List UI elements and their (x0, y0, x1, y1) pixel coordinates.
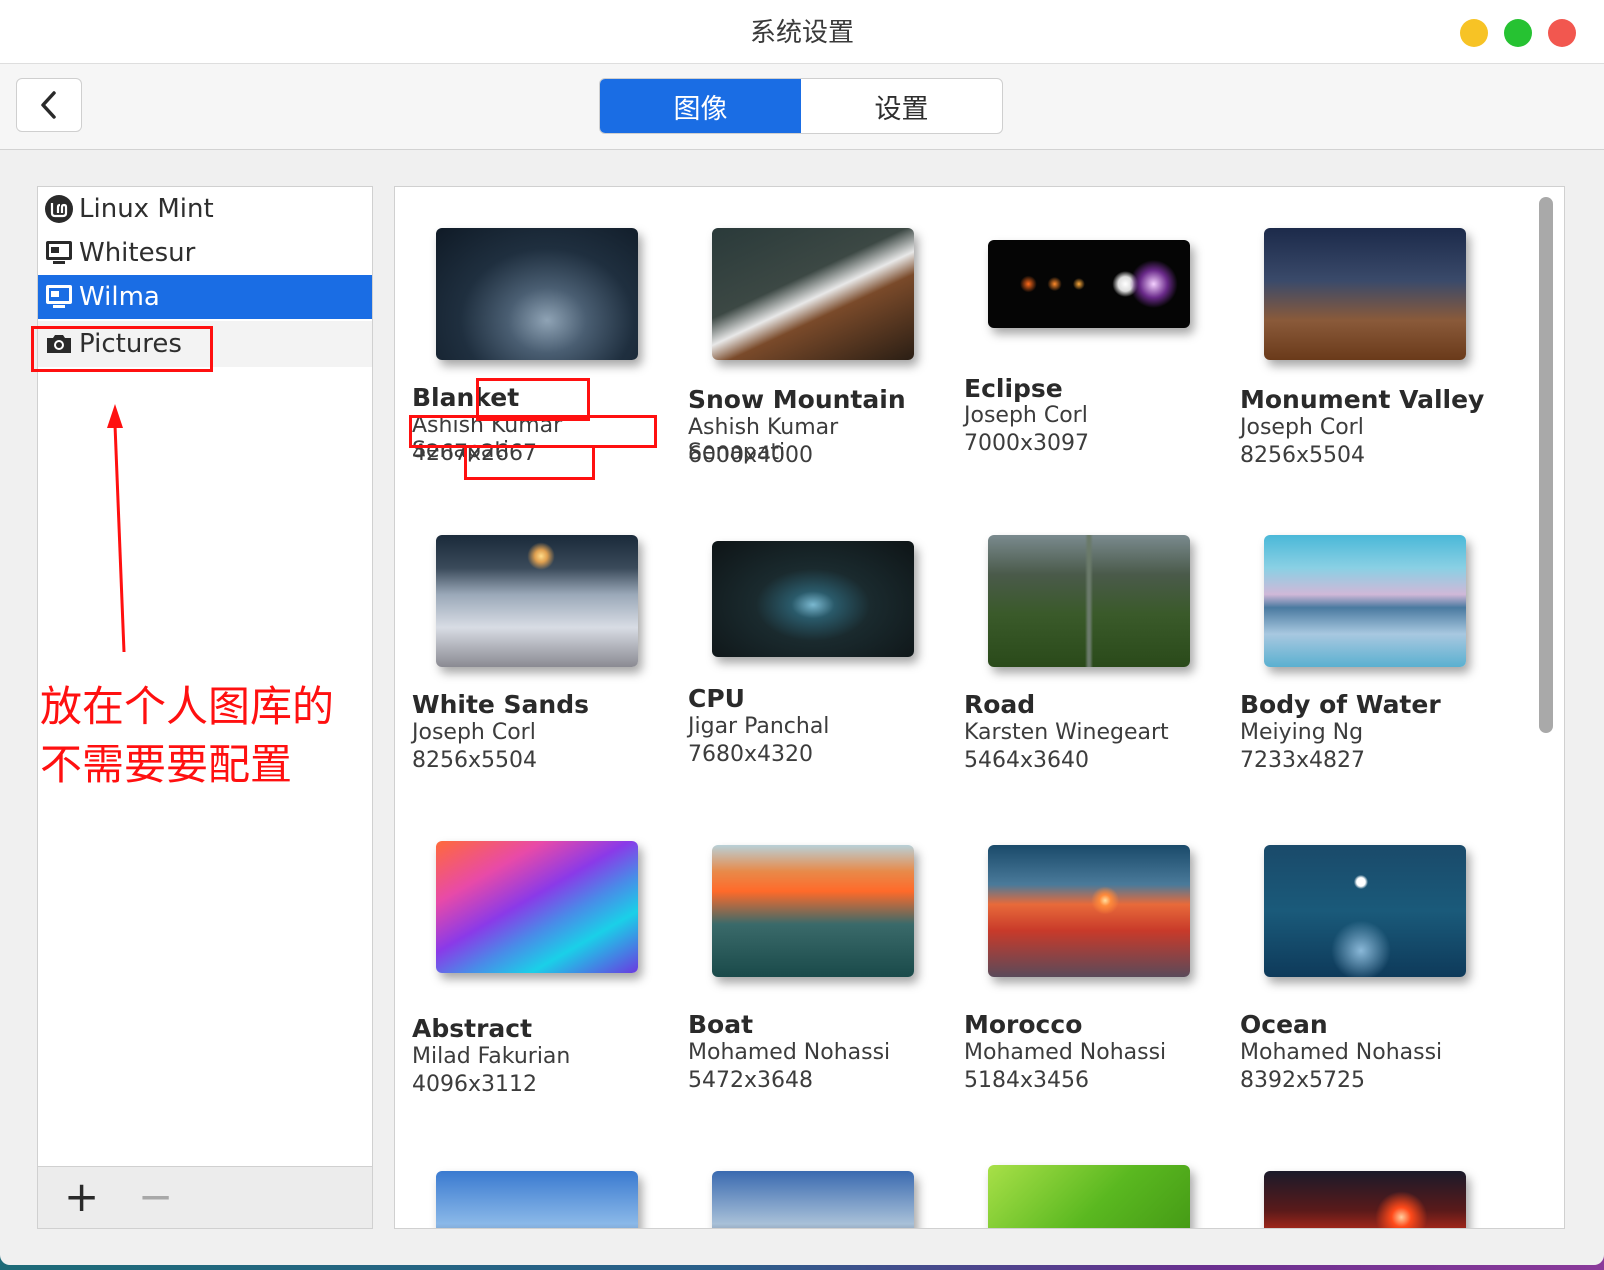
card-title: Snow Mountain (688, 385, 906, 414)
thumbnail-morocco[interactable] (988, 845, 1190, 977)
wallpaper-gallery: Blanket Ashish Kumar Senapati 4267x2667 … (394, 186, 1565, 1229)
card-author: Mohamed Nohassi (964, 1040, 1167, 1065)
annotation-line: 不需要要配置 (40, 740, 293, 789)
card-title: Abstract (412, 1014, 533, 1043)
tab-settings[interactable]: 设置 (801, 79, 1002, 133)
card-size: 8256x5504 (412, 748, 537, 773)
card-size: 8256x5504 (1240, 443, 1365, 468)
card-author: Joseph Corl (1240, 415, 1364, 440)
card-author: Jigar Panchal (688, 714, 830, 739)
thumbnail-road[interactable] (988, 535, 1190, 667)
card-size: 8392x5725 (1240, 1068, 1365, 1093)
card-author: Milad Fakurian (412, 1044, 571, 1069)
minimize-button[interactable] (1460, 19, 1488, 47)
add-button[interactable]: + (64, 1175, 99, 1219)
thumbnail-red-sunset[interactable] (1264, 1171, 1466, 1228)
card-title: Road (964, 690, 1036, 719)
card-title: Morocco (964, 1010, 1083, 1039)
card-title: Eclipse (964, 374, 1063, 403)
thumbnail-mountains-sky[interactable] (436, 1171, 638, 1228)
card-author: Meiying Ng (1240, 720, 1364, 745)
card-size: 5184x3456 (964, 1068, 1089, 1093)
window-title: 系统设置 (749, 18, 854, 48)
thumbnail-blanket[interactable] (436, 228, 638, 360)
thumbnail-eclipse[interactable] (988, 240, 1190, 328)
thumbnail-green-leaf[interactable] (988, 1165, 1190, 1228)
thumbnail-abstract[interactable] (436, 841, 638, 973)
thumbnail-snow-mountain[interactable] (712, 228, 914, 360)
arrow-up-annotation (107, 404, 126, 653)
annotation-text: 放在个人图库的 不需要要配置 (40, 678, 334, 794)
tab-images[interactable]: 图像 (600, 79, 801, 133)
thumbnail-snowy-range[interactable] (712, 1171, 914, 1228)
close-button[interactable] (1548, 19, 1576, 47)
card-title: White Sands (412, 690, 590, 719)
card-title: CPU (688, 684, 745, 713)
view-switcher: 图像 设置 (599, 78, 1003, 134)
card-size: 7000x3097 (964, 431, 1089, 456)
maximize-button[interactable] (1504, 19, 1532, 47)
card-title: Monument Valley (1240, 385, 1485, 414)
titlebar: 系统设置 (0, 0, 1604, 64)
card-title: Blanket (412, 383, 520, 412)
remove-button[interactable]: − (138, 1175, 173, 1219)
card-title: Ocean (1240, 1010, 1328, 1039)
card-size: 7680x4320 (688, 742, 813, 767)
thumbnail-boat[interactable] (712, 845, 914, 977)
card-author: Mohamed Nohassi (688, 1040, 891, 1065)
card-author: Joseph Corl (964, 403, 1088, 428)
annotation-line: 放在个人图库的 (40, 682, 335, 731)
card-size: 4096x3112 (412, 1072, 537, 1097)
card-size: 4267x2667 (412, 441, 537, 466)
settings-window: 系统设置 图像 设置 Linux Mint Whitesur Wilma Pic… (0, 0, 1604, 1265)
sidebar-footer: + − (38, 1166, 372, 1228)
thumbnail-white-sands[interactable] (436, 535, 638, 667)
card-size: 6000x4000 (688, 443, 813, 468)
card-author: Joseph Corl (412, 720, 536, 745)
card-size: 5464x3640 (964, 748, 1089, 773)
thumbnail-cpu[interactable] (712, 541, 914, 657)
thumbnail-body-of-water[interactable] (1264, 535, 1466, 667)
thumbnail-monument-valley[interactable] (1264, 228, 1466, 360)
scrollbar-thumb[interactable] (1539, 197, 1553, 733)
thumbnail-ocean[interactable] (1264, 845, 1466, 977)
card-author: Mohamed Nohassi (1240, 1040, 1443, 1065)
card-size: 5472x3648 (688, 1068, 813, 1093)
card-size: 7233x4827 (1240, 748, 1365, 773)
card-author: Karsten Winegeart (964, 720, 1169, 745)
card-title: Boat (688, 1010, 754, 1039)
toolbar: 图像 设置 (0, 64, 1604, 150)
card-title: Body of Water (1240, 690, 1441, 719)
